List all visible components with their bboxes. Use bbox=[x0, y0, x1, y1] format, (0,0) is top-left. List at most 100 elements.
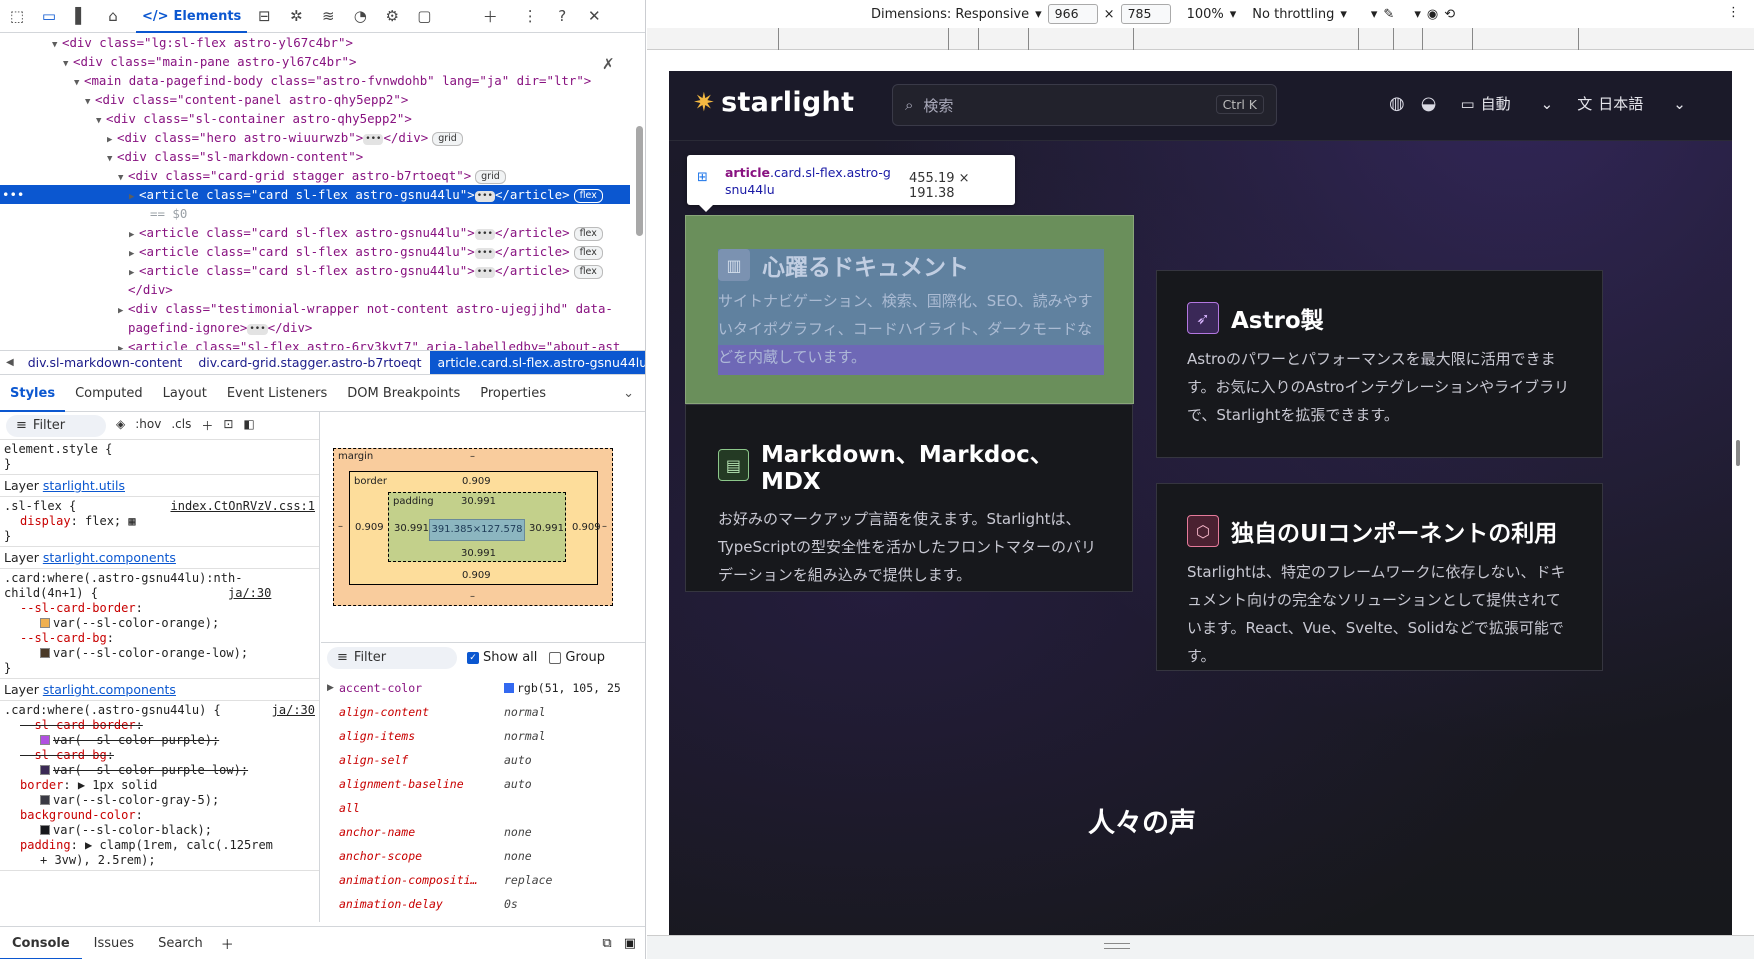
layer-link-components[interactable]: starlight.components bbox=[43, 682, 176, 697]
ruler-tick[interactable] bbox=[1358, 28, 1359, 50]
discord-icon[interactable]: ◒ bbox=[1421, 93, 1437, 114]
computed-filter-input[interactable]: ≡ Filter bbox=[327, 646, 457, 669]
github-icon[interactable]: ◍ bbox=[1389, 93, 1405, 114]
color-swatch[interactable] bbox=[40, 795, 50, 805]
dock-side-icon[interactable]: ▌ bbox=[68, 3, 94, 29]
bug-icon[interactable]: ✲ bbox=[283, 3, 309, 29]
dimensions-select[interactable]: Dimensions: Responsive bbox=[871, 7, 1029, 22]
box-model-border[interactable]: border 0.909 0.909 0.909 0.909 padding 3… bbox=[349, 471, 601, 585]
language-select[interactable]: 文日本語 ⌄ bbox=[1577, 93, 1686, 114]
dom-node[interactable]: ▶ <article class="card sl-flex astro-gsnu… bbox=[0, 242, 630, 261]
padding-left-value[interactable]: 30.991 bbox=[394, 523, 429, 534]
css-val[interactable]: var(--sl-color-purple-low); bbox=[53, 763, 248, 777]
drawer-dock-icon[interactable]: ⧉ bbox=[602, 936, 611, 951]
breadcrumb-item[interactable]: div.card-grid.stagger.astro-b7rtoeqt bbox=[190, 351, 429, 374]
resize-handle-bottom[interactable] bbox=[647, 935, 1754, 959]
breadcrumb-left-icon[interactable]: ◀ bbox=[0, 357, 20, 368]
layer-link-components[interactable]: starlight.components bbox=[43, 550, 176, 565]
css-val[interactable]: flex; bbox=[85, 514, 121, 528]
margin-top-value[interactable]: – bbox=[470, 451, 475, 462]
chevron-down-icon[interactable]: ▾ bbox=[1414, 7, 1421, 22]
paint-icon[interactable]: ⊡ bbox=[223, 417, 233, 434]
collapsed-children-icon[interactable]: ••• bbox=[474, 267, 495, 278]
computed-property-row[interactable]: animation-delay 0s bbox=[321, 892, 645, 916]
breadcrumb-item[interactable]: div.sl-markdown-content bbox=[20, 351, 191, 374]
css-prop[interactable]: border bbox=[20, 778, 63, 792]
grid-badge[interactable]: grid bbox=[475, 170, 506, 184]
collapsed-children-icon[interactable]: ••• bbox=[363, 134, 384, 145]
tab-console[interactable]: Console bbox=[0, 927, 82, 959]
dom-scrollbar-thumb[interactable] bbox=[636, 126, 643, 236]
eye-icon[interactable]: ◉ bbox=[1427, 7, 1438, 22]
dom-node[interactable]: ▼ <div class="lg:sl-flex astro-yl67c4br"> bbox=[0, 33, 630, 52]
computed-property-row[interactable]: all bbox=[321, 796, 645, 820]
tab-dom-breakpoints[interactable]: DOM Breakpoints bbox=[337, 376, 470, 412]
breadcrumb-item-active[interactable]: article.card.sl-flex.astro-gsnu44lu bbox=[429, 351, 645, 374]
color-swatch[interactable] bbox=[504, 683, 514, 693]
ruler-tick[interactable] bbox=[1472, 28, 1473, 50]
collapsed-children-icon[interactable]: ••• bbox=[474, 248, 495, 259]
element-style-selector[interactable]: element.style { bbox=[4, 442, 315, 457]
collapsed-children-icon[interactable]: ••• bbox=[474, 229, 495, 240]
rule-source-link[interactable]: ja/:30 bbox=[272, 703, 315, 718]
width-input[interactable]: 966 bbox=[1047, 4, 1098, 24]
color-swatch[interactable] bbox=[40, 765, 50, 775]
console-icon[interactable]: ⊟ bbox=[251, 3, 277, 29]
css-val[interactable]: 1px solid bbox=[92, 778, 157, 792]
more-options-chevron-icon[interactable]: ▾ bbox=[1371, 7, 1378, 22]
ruler-tick[interactable] bbox=[948, 28, 949, 50]
css-val[interactable]: clamp(1rem, calc(.125rem bbox=[100, 838, 273, 852]
zoom-select[interactable]: 100% bbox=[1187, 7, 1224, 22]
css-val[interactable]: var(--sl-color-orange); bbox=[53, 616, 219, 630]
theme-select[interactable]: ▭ 自動 ⌄ bbox=[1460, 93, 1553, 114]
expand-icon[interactable]: ▶ bbox=[327, 683, 334, 693]
padding-top-value[interactable]: 30.991 bbox=[461, 496, 496, 507]
dom-node[interactable]: ▶ <div class="hero astro-wiuurwzb"> ••• </d… bbox=[0, 128, 630, 147]
search-input[interactable]: ⌕ 検索 Ctrl K bbox=[892, 84, 1277, 126]
computed-property-row[interactable]: animation-compositi… replace bbox=[321, 868, 645, 892]
box-model-padding[interactable]: padding 30.991 30.991 30.991 30.991 391.… bbox=[388, 492, 566, 562]
dom-node[interactable]: == $0 bbox=[0, 204, 630, 223]
performance-icon[interactable]: ◔ bbox=[347, 3, 373, 29]
styles-filter-input[interactable]: ≡ Filter bbox=[6, 414, 106, 437]
dom-node[interactable]: ▶ <div class="testimonial-wrapper not-con… bbox=[0, 299, 630, 318]
card-highlight-overlay[interactable]: ▥ 心躍るドキュメント サイトナビゲーション、検索、国際化、SEO、読みやすいタイ… bbox=[685, 215, 1134, 404]
rule-selector[interactable]: .sl-flex { bbox=[4, 499, 76, 513]
css-prop[interactable]: display bbox=[20, 514, 71, 528]
rotate-icon[interactable]: ⟲ bbox=[1444, 7, 1455, 22]
tab-layout[interactable]: Layout bbox=[153, 376, 217, 412]
computed-property-row[interactable]: ▶ accent-color rgb(51, 105, 25 bbox=[321, 676, 645, 700]
sensor-icon[interactable]: ✎ bbox=[1383, 7, 1394, 22]
rule-selector[interactable]: .card:where(.astro-gsnu44lu):nth-child(4… bbox=[4, 571, 242, 600]
ruler-tick[interactable] bbox=[1028, 28, 1029, 50]
rule-source-link[interactable]: index.CtOnRVzV.css:1 bbox=[171, 499, 316, 514]
css-prop[interactable]: --sl-card-border bbox=[20, 601, 136, 615]
dom-node[interactable]: pagefind-ignore> ••• </div> bbox=[0, 318, 630, 337]
device-toggle-icon[interactable]: ▭ bbox=[36, 3, 62, 29]
hov-toggle[interactable]: :hov bbox=[135, 417, 161, 434]
device-menu-icon[interactable]: ⋮ bbox=[1727, 5, 1740, 20]
help-icon[interactable]: ? bbox=[549, 3, 575, 29]
css-val[interactable]: var(--sl-color-black); bbox=[53, 823, 212, 837]
color-swatch[interactable] bbox=[40, 735, 50, 745]
close-icon[interactable]: ✕ bbox=[581, 3, 607, 29]
flex-badge[interactable]: flex bbox=[573, 227, 603, 241]
computed-property-row[interactable]: align-items normal bbox=[321, 724, 645, 748]
dom-node[interactable]: ▼ <div class="card-grid stagger astro-b7r… bbox=[0, 166, 630, 185]
application-icon[interactable]: ▢ bbox=[411, 3, 437, 29]
expand-icon[interactable]: ▶ bbox=[78, 778, 85, 792]
ruler-tick[interactable] bbox=[1422, 28, 1423, 50]
dom-node[interactable]: ▼ <div class="content-panel astro-qhy5epp… bbox=[0, 90, 630, 109]
group-checkbox[interactable] bbox=[549, 651, 562, 664]
tab-search[interactable]: Search bbox=[146, 927, 215, 959]
chevron-down-icon[interactable]: ⌄ bbox=[623, 386, 634, 401]
resize-handle-right[interactable] bbox=[1736, 440, 1740, 466]
dom-node[interactable]: ▶ <article class="card sl-flex astro-gsnu… bbox=[0, 223, 630, 242]
ruler-tick[interactable] bbox=[778, 28, 779, 50]
border-top-value[interactable]: 0.909 bbox=[462, 476, 491, 487]
pin-icon[interactable]: ✗ bbox=[602, 55, 615, 73]
flex-badge[interactable]: flex bbox=[573, 246, 603, 260]
padding-right-value[interactable]: 30.991 bbox=[529, 523, 564, 534]
computed-property-row[interactable]: align-self auto bbox=[321, 748, 645, 772]
dom-scrollbar[interactable] bbox=[633, 36, 645, 346]
